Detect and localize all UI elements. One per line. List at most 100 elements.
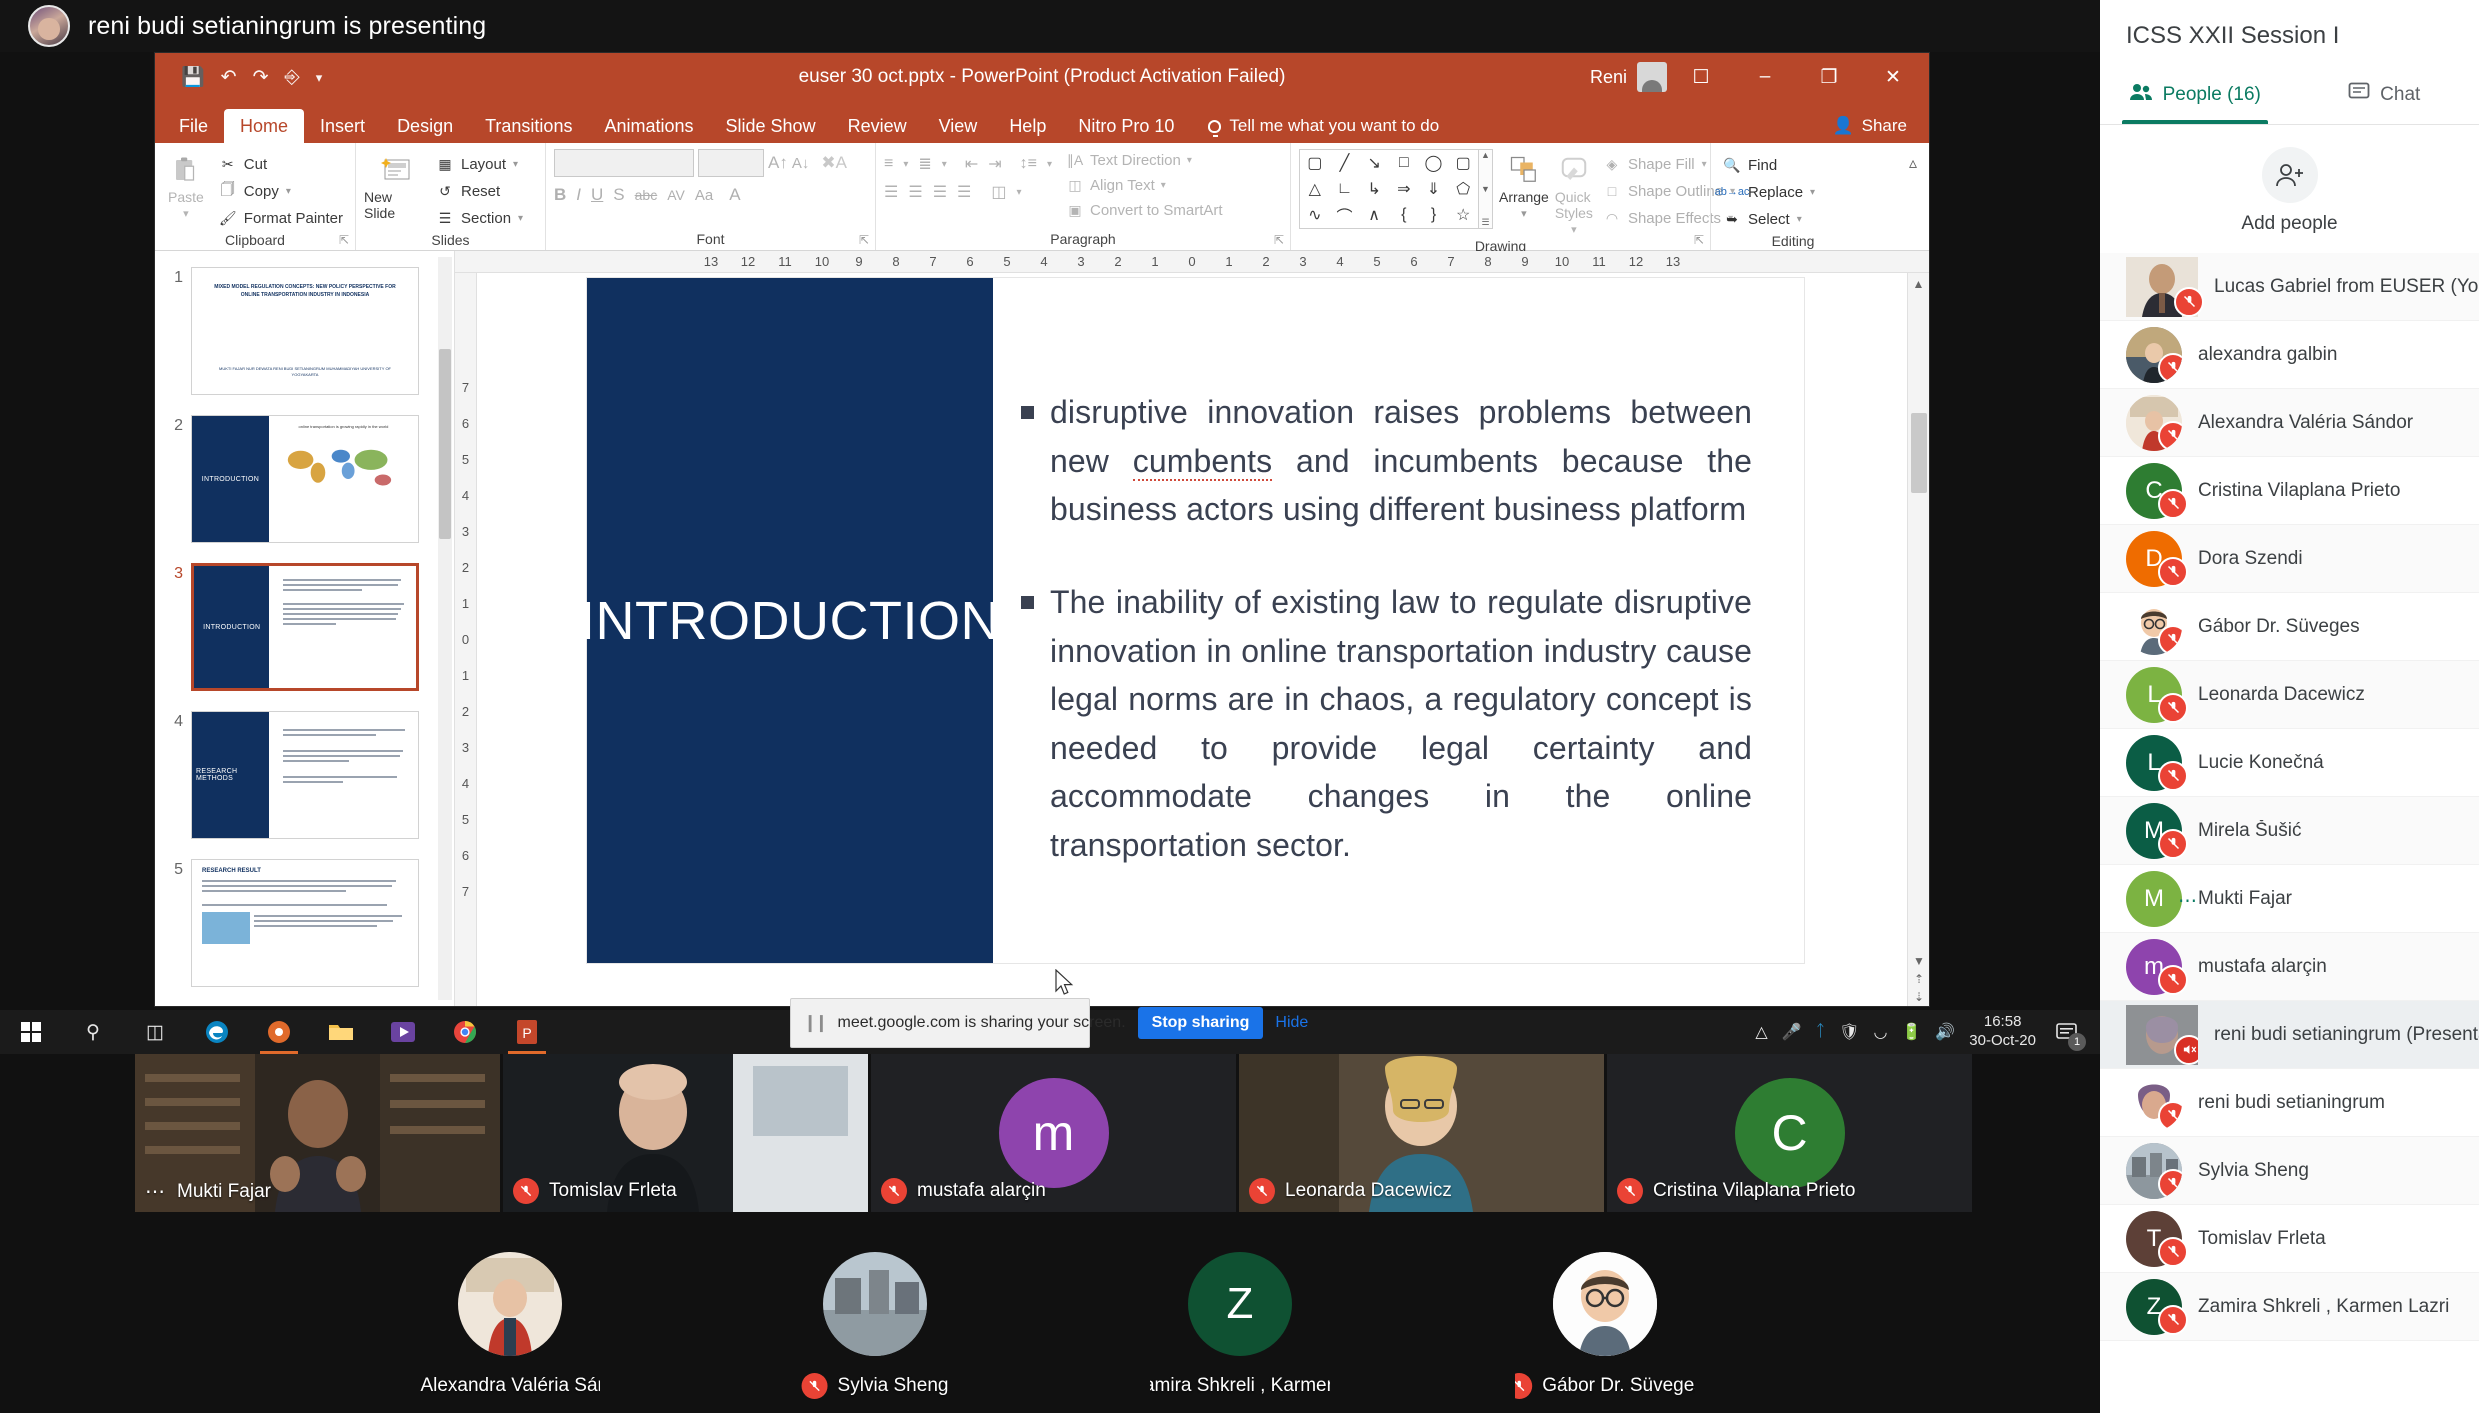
elbow-arrow-shape-icon[interactable]: ↳ <box>1367 179 1380 199</box>
restore-button[interactable]: ❐ <box>1799 53 1859 101</box>
elbow-connector-shape-icon[interactable]: ∟ <box>1337 180 1353 198</box>
wifi-icon[interactable]: ◡ <box>1873 1022 1887 1042</box>
file-explorer-icon[interactable] <box>310 1010 372 1054</box>
italic-button[interactable]: I <box>576 185 581 205</box>
layout-button[interactable]: ▦ Layout ▾ <box>432 152 527 176</box>
chevron-down-icon[interactable]: ▾ <box>1047 159 1052 170</box>
cut-button[interactable]: ✂ Cut <box>215 152 347 176</box>
right-arrow-shape-icon[interactable]: ⇒ <box>1397 179 1410 199</box>
thumbnail-row[interactable]: 2 INTRODUCTION online transportation is … <box>165 415 444 543</box>
participant-row[interactable]: Sylvia Sheng <box>2100 1137 2479 1205</box>
format-painter-button[interactable]: 🖌 Format Painter <box>215 206 347 230</box>
participant-row[interactable]: Alexandra Valéria Sándor <box>2100 389 2479 457</box>
scroll-up-icon[interactable]: ▲ <box>1913 273 1925 295</box>
convert-to-smartart-button[interactable]: ▣ Convert to SmartArt <box>1066 199 1223 222</box>
participant-row-presentation[interactable]: reni budi setianingrum (Presentation) <box>2100 1001 2479 1069</box>
tell-me-box[interactable]: Tell me what you want to do <box>1190 109 1451 143</box>
paste-button[interactable]: Paste ▾ <box>163 149 209 220</box>
powerpoint-icon[interactable]: P <box>496 1010 558 1054</box>
strikethrough-button[interactable]: abc <box>635 187 658 203</box>
chevron-down-icon[interactable]: ▾ <box>183 207 189 220</box>
start-presentation-icon[interactable]: ⎆ <box>285 68 300 87</box>
copy-button[interactable]: 🗍 Copy ▾ <box>215 179 347 203</box>
undo-icon[interactable]: ↶ <box>221 68 237 87</box>
chevron-down-icon[interactable]: ▾ <box>1810 187 1815 198</box>
minimize-button[interactable]: – <box>1735 53 1795 101</box>
previous-slide-icon[interactable]: ⇡ <box>1914 972 1924 986</box>
task-view-icon[interactable]: ◫ <box>124 1010 186 1054</box>
scroll-down-icon[interactable]: ▼ <box>1913 954 1925 968</box>
media-player-icon[interactable] <box>372 1010 434 1054</box>
bold-button[interactable]: B <box>554 185 566 205</box>
font-name-input[interactable] <box>554 149 694 177</box>
text-box-shape-icon[interactable]: ▢ <box>1307 153 1322 173</box>
search-icon[interactable]: ⚲ <box>62 1010 124 1054</box>
tab-view[interactable]: View <box>923 109 994 143</box>
right-brace-shape-icon[interactable]: } <box>1431 206 1436 224</box>
thumbnail-slide-1[interactable]: MIXED MODEL REGULATION CONCEPTS: NEW POL… <box>191 267 419 395</box>
tab-design[interactable]: Design <box>381 109 469 143</box>
pause-sharing-icon[interactable]: ❙❙ <box>803 1013 826 1033</box>
drawing-dialog-launcher-icon[interactable]: ⇱ <box>1694 233 1704 247</box>
save-icon[interactable]: 💾 <box>181 68 205 87</box>
thumbnail-row[interactable]: 1 MIXED MODEL REGULATION CONCEPTS: NEW P… <box>165 267 444 395</box>
arrange-button[interactable]: Arrange ▾ <box>1499 149 1549 220</box>
increase-font-size-icon[interactable]: A↑ <box>768 153 788 173</box>
security-shield-icon[interactable]: 🛡 <box>1839 1022 1859 1042</box>
font-size-input[interactable] <box>698 149 764 177</box>
arc-shape-icon[interactable]: ∧ <box>1368 205 1380 225</box>
chevron-down-icon[interactable]: ▾ <box>1161 180 1166 191</box>
left-brace-shape-icon[interactable]: { <box>1401 206 1406 224</box>
participants-list[interactable]: Lucas Gabriel from EUSER (You) alexandra… <box>2100 253 2479 1413</box>
align-right-icon[interactable]: ☰ <box>933 182 947 202</box>
thumbnail-row[interactable]: 3 INTRODUCTION <box>165 563 444 691</box>
participant-row[interactable]: L Lucie Konečná <box>2100 729 2479 797</box>
curve-shape-icon[interactable]: ⌒ <box>1336 203 1352 227</box>
rounded-rectangle-shape-icon[interactable]: ▢ <box>1456 153 1471 173</box>
tab-review[interactable]: Review <box>832 109 923 143</box>
close-button[interactable]: ✕ <box>1863 53 1923 101</box>
tab-people[interactable]: People (16) <box>2100 64 2290 124</box>
slide-canvas-area[interactable]: INTRODUCTION disruptive innovation raise… <box>477 273 1929 1006</box>
participant-row[interactable]: L Leonarda Dacewicz <box>2100 661 2479 729</box>
change-case-button[interactable]: Aa <box>695 187 713 204</box>
align-left-icon[interactable]: ☰ <box>884 182 898 202</box>
text-direction-button[interactable]: ∥A Text Direction ▾ <box>1066 149 1223 172</box>
video-tile-zamira-shkreli-karmen-lazri[interactable]: Z Zamira Shkreli , Karmen Lazri <box>1150 1240 1330 1413</box>
show-hidden-icons-chevron-icon[interactable]: △ <box>1755 1022 1767 1042</box>
numbering-icon[interactable]: ≣ <box>918 154 931 174</box>
taskbar-clock[interactable]: 16:58 30-Oct-20 <box>1969 1013 2036 1051</box>
thumbnail-row[interactable]: 5 RESEARCH RESULT <box>165 859 444 987</box>
oval-shape-icon[interactable]: ◯ <box>1425 153 1443 173</box>
bluetooth-icon[interactable]: ᛏ <box>1816 1023 1826 1041</box>
video-tile-leonarda-dacewicz[interactable]: Leonarda Dacewicz <box>1239 1054 1604 1212</box>
participant-row[interactable]: M Mirela Šušić <box>2100 797 2479 865</box>
thumbnail-slide-2[interactable]: INTRODUCTION online transportation is gr… <box>191 415 419 543</box>
increase-indent-icon[interactable]: ⇥ <box>988 154 1001 174</box>
video-tile-sylvia-sheng[interactable]: Sylvia Sheng <box>785 1240 965 1413</box>
chevron-down-icon[interactable]: ▾ <box>1797 214 1802 225</box>
arrow-line-shape-icon[interactable]: ↘ <box>1367 153 1380 173</box>
collapse-ribbon-icon[interactable]: ▵ <box>1909 153 1917 173</box>
thumbnail-slide-5[interactable]: RESEARCH RESULT <box>191 859 419 987</box>
video-tile-gabor-dr-suveges[interactable]: Gábor Dr. Süveges <box>1515 1240 1695 1413</box>
tab-file[interactable]: File <box>163 109 224 143</box>
redo-icon[interactable]: ↷ <box>253 68 269 87</box>
participant-row[interactable]: m mustafa alarçin <box>2100 933 2479 1001</box>
columns-icon[interactable]: ◫ <box>981 182 1006 202</box>
down-arrow-shape-icon[interactable]: ⇓ <box>1427 179 1440 199</box>
participant-row[interactable]: C Cristina Vilaplana Prieto <box>2100 457 2479 525</box>
triangle-shape-icon[interactable]: △ <box>1309 179 1321 199</box>
tab-chat[interactable]: Chat <box>2290 64 2479 124</box>
thumbnail-row[interactable]: 4 RESEARCH METHODS <box>165 711 444 839</box>
chevron-down-icon[interactable]: ▾ <box>1521 207 1527 220</box>
chevron-down-icon[interactable]: ▾ <box>942 159 947 170</box>
battery-icon[interactable]: 🔋 <box>1901 1022 1921 1042</box>
participant-row[interactable]: alexandra galbin <box>2100 321 2479 389</box>
chevron-down-icon[interactable]: ▾ <box>286 186 291 197</box>
windows-start-icon[interactable] <box>0 1010 62 1054</box>
find-button[interactable]: 🔍 Find <box>1719 153 1819 177</box>
scrollbar-thumb[interactable] <box>439 349 451 539</box>
reset-button[interactable]: ↺ Reset <box>432 179 527 203</box>
nitro-icon[interactable] <box>248 1010 310 1054</box>
